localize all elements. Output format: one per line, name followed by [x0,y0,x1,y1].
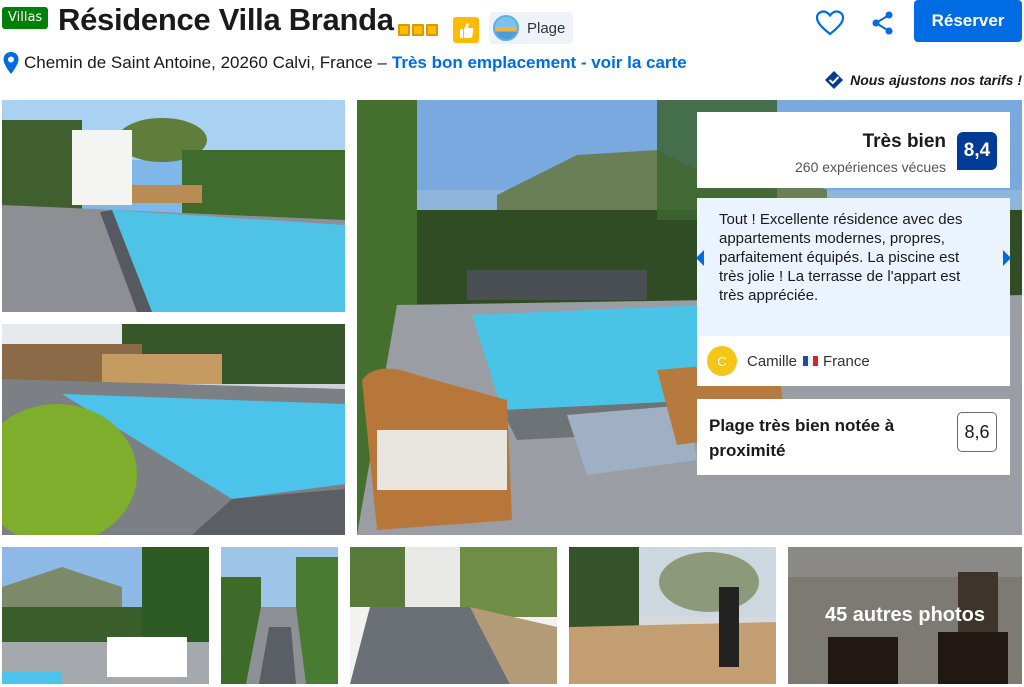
star-rating [398,24,438,36]
page-title: Résidence Villa Branda [58,2,394,37]
review-quote-card: Tout ! Excellente résidence avec des app… [694,198,1013,386]
address-row: Chemin de Saint Antoine, 20260 Calvi, Fr… [2,51,687,75]
star-icon [412,24,424,36]
heart-icon[interactable] [815,9,845,37]
gallery-thumbnail[interactable] [221,547,338,684]
beach-tag[interactable]: Plage [489,12,574,44]
reviewer-name: Camille [747,352,798,370]
price-match-check-icon [825,71,844,89]
star-icon [426,24,438,36]
location-pin-icon [3,52,19,74]
review-score-label: Très bien [862,131,946,152]
reviewer-country: France [823,352,870,370]
avatar: C [707,346,737,376]
gallery-thumbnail[interactable] [350,547,557,684]
review-count: 260 expériences vécues [795,159,946,175]
share-icon[interactable] [870,10,896,36]
beach-score-badge: 8,6 [957,412,997,452]
beach-rating-text: Plage très bien notée à proximité [709,416,895,460]
star-icon [398,24,410,36]
address-text: Chemin de Saint Antoine, 20260 Calvi, Fr… [24,53,387,72]
chevron-right-icon[interactable] [1001,248,1013,268]
france-flag-icon [803,356,819,366]
gallery-thumbnail[interactable] [2,547,209,684]
more-photos-overlay[interactable]: 45 autres photos [788,547,1022,684]
reviewer-info: C Camille France [697,336,1010,386]
gallery-thumbnail[interactable] [569,547,776,684]
map-link[interactable]: Très bon emplacement - voir la carte [392,53,687,73]
price-match-text: Nous ajustons nos tarifs ! [850,72,1022,88]
gallery-photo[interactable] [2,324,345,535]
beach-tag-label: Plage [527,19,566,37]
chevron-left-icon[interactable] [694,248,706,268]
reserve-button[interactable]: Réserver [914,0,1022,42]
review-score-card[interactable]: Très bien 260 expériences vécues 8,4 [697,112,1010,188]
gallery-photo[interactable] [2,100,345,312]
more-photos-label: 45 autres photos [824,604,986,626]
review-text: Tout ! Excellente résidence avec des app… [719,211,963,304]
thumbs-up-icon[interactable] [453,17,479,43]
price-match-notice[interactable]: Nous ajustons nos tarifs ! [824,70,1022,90]
property-type-badge: Villas [2,7,49,29]
gallery-more-photos[interactable]: 45 autres photos [788,547,1022,684]
review-score-badge: 8,4 [957,132,997,170]
beach-icon [493,15,519,41]
beach-rating-card[interactable]: Plage très bien notée à proximité 8,6 [697,399,1010,475]
